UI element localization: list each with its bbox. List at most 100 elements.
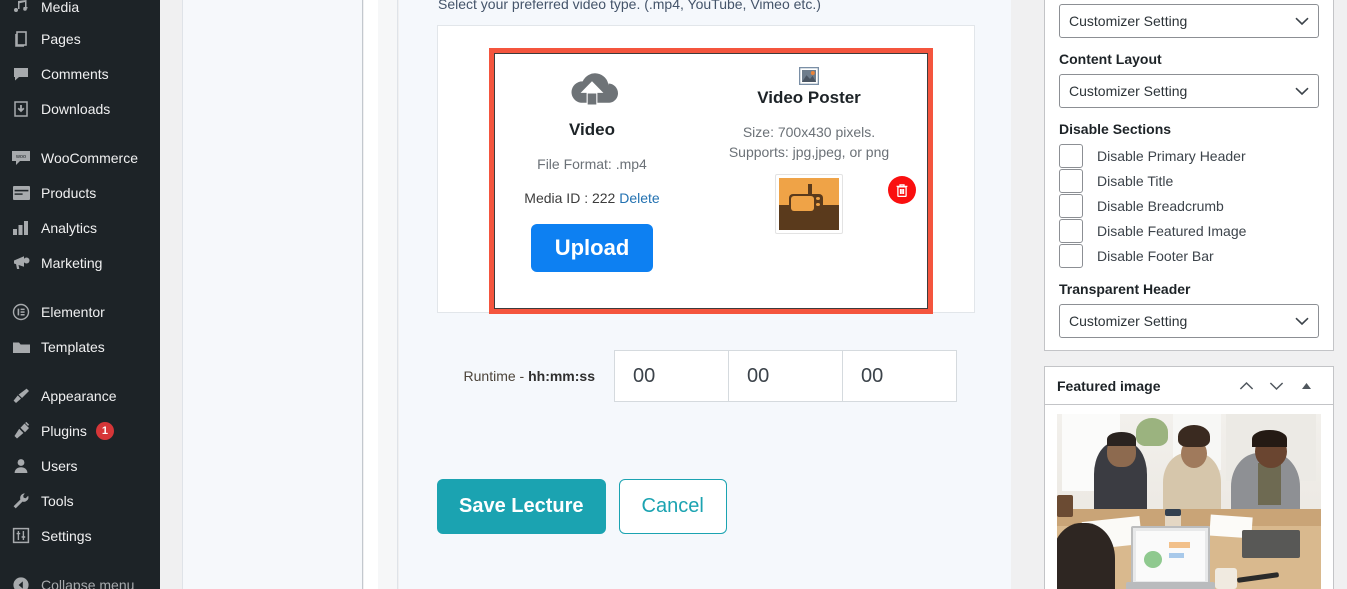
featured-image-preview[interactable]: [1057, 414, 1321, 589]
media-icon: [10, 0, 32, 18]
highlighted-upload-region: Video File Format: .mp4 Media ID : 222 D…: [489, 48, 933, 314]
sidebar-item-templates[interactable]: Templates: [0, 329, 160, 364]
checkbox-label: Disable Primary Header: [1097, 148, 1246, 164]
sidebar-layout-value: Customizer Setting: [1069, 13, 1188, 29]
photo-laptop-barchart: [1169, 541, 1190, 548]
video-poster-title: Video Poster: [757, 88, 861, 107]
runtime-row: Runtime - hh:mm:ss: [437, 350, 957, 402]
layout-narrow-column: [378, 0, 398, 589]
checkbox-row: Disable Primary Header: [1059, 144, 1319, 168]
trash-icon[interactable]: [888, 176, 916, 204]
sidebar-item-comments[interactable]: Comments: [0, 56, 160, 91]
sidebar-layout-select[interactable]: Customizer Setting: [1059, 4, 1319, 38]
tv-body: [788, 193, 824, 214]
runtime-hours-input[interactable]: [614, 350, 729, 402]
pages-icon: [10, 28, 32, 50]
runtime-seconds-input[interactable]: [842, 350, 957, 402]
sidebar-item-plugins[interactable]: Plugins 1: [0, 413, 160, 448]
checkbox-row: Disable Breadcrumb: [1059, 194, 1319, 218]
chevron-down-icon: [1295, 13, 1309, 29]
checkbox-label: Disable Breadcrumb: [1097, 198, 1224, 214]
admin-sidebar: Media Pages Comments Downloads woo WooCo…: [0, 0, 160, 589]
sidebar-item-pages[interactable]: Pages: [0, 21, 160, 56]
sidebar-item-tools[interactable]: Tools: [0, 483, 160, 518]
video-poster-supports: Supports: jpg,jpeg, or png: [728, 144, 890, 160]
photo-person-foreground: [1057, 522, 1116, 589]
sidebar-item-media[interactable]: Media: [0, 0, 160, 21]
checkbox-disable-featured-image[interactable]: [1059, 219, 1083, 243]
form-actions: Save Lecture Cancel: [437, 479, 727, 534]
sidebar-item-woocommerce[interactable]: woo WooCommerce: [0, 140, 160, 175]
sidebar-item-label: Downloads: [41, 100, 111, 117]
chevron-down-icon: [1295, 313, 1309, 329]
collapse-icon: [10, 574, 32, 589]
upload-button[interactable]: Upload: [530, 224, 654, 273]
image-placeholder-icon: [690, 67, 928, 85]
video-delete-link[interactable]: Delete: [619, 190, 659, 206]
transparent-header-value: Customizer Setting: [1069, 313, 1188, 329]
video-poster-size: Size: 700x430 pixels.: [742, 124, 876, 140]
sidebar-item-collapse-menu[interactable]: Collapse menu: [0, 567, 160, 589]
left-content-panel: [182, 0, 363, 589]
elementor-icon: [10, 301, 32, 323]
cancel-button[interactable]: Cancel: [618, 479, 727, 534]
runtime-label-format: hh:mm:ss: [528, 368, 595, 384]
save-lecture-button[interactable]: Save Lecture: [437, 479, 606, 534]
woocommerce-icon: woo: [10, 147, 32, 169]
content-layout-select[interactable]: Customizer Setting: [1059, 74, 1319, 108]
sidebar-item-label: Comments: [41, 65, 109, 82]
tv-screen: [791, 196, 815, 211]
sidebar-item-label: WooCommerce: [41, 149, 138, 166]
sidebar-item-appearance[interactable]: Appearance: [0, 378, 160, 413]
photo-laptop-piechart: [1144, 550, 1163, 568]
checkbox-disable-breadcrumb[interactable]: [1059, 194, 1083, 218]
sidebar-item-label: Users: [41, 457, 78, 474]
photo-laptop-base: [1125, 582, 1216, 589]
sidebar-item-products[interactable]: Products: [0, 175, 160, 210]
video-media-id-row: Media ID : 222 Delete: [494, 190, 690, 206]
chevron-down-icon: [1295, 83, 1309, 99]
photo-cup-center-lid: [1165, 508, 1182, 516]
sidebar-item-label: Media: [41, 0, 80, 15]
sidebar-divider: [0, 364, 160, 378]
video-poster-thumbnail[interactable]: [775, 174, 843, 234]
photo-cup-front: [1215, 568, 1237, 589]
transparent-header-select[interactable]: Customizer Setting: [1059, 304, 1319, 338]
checkbox-disable-title[interactable]: [1059, 169, 1083, 193]
marketing-icon: [10, 252, 32, 274]
plugins-update-badge: 1: [95, 421, 114, 440]
featured-image-wrap: [1045, 405, 1333, 589]
upload-card: Video File Format: .mp4 Media ID : 222 D…: [437, 25, 975, 314]
sidebar-item-marketing[interactable]: Marketing: [0, 245, 160, 280]
comments-icon: [10, 63, 32, 85]
sidebar-item-settings[interactable]: Settings: [0, 518, 160, 553]
photo-person-left-hair: [1107, 431, 1137, 446]
cloud-upload-icon: [494, 68, 690, 116]
sidebar-item-users[interactable]: Users: [0, 448, 160, 483]
downloads-icon: [10, 98, 32, 120]
checkbox-disable-primary-header[interactable]: [1059, 144, 1083, 168]
video-title: Video: [569, 120, 615, 139]
checkbox-label: Disable Title: [1097, 173, 1174, 189]
products-icon: [10, 182, 32, 204]
sidebar-item-label: Appearance: [41, 387, 117, 404]
checkbox-label: Disable Featured Image: [1097, 223, 1247, 239]
featured-image-title: Featured image: [1057, 377, 1161, 394]
sidebar-item-elementor[interactable]: Elementor: [0, 294, 160, 329]
sidebar-item-downloads[interactable]: Downloads: [0, 91, 160, 126]
checkbox-row: Disable Featured Image: [1059, 219, 1319, 243]
photo-plant: [1136, 417, 1168, 446]
runtime-minutes-input[interactable]: [728, 350, 843, 402]
sidebar-item-analytics[interactable]: Analytics: [0, 210, 160, 245]
layout-white-gap: [364, 0, 378, 589]
main-content: Select your preferred video type. (.mp4,…: [399, 0, 1011, 589]
toggle-panel-caret-up-icon[interactable]: [1291, 371, 1321, 401]
checkbox-row: Disable Footer Bar: [1059, 244, 1319, 268]
move-up-icon[interactable]: [1231, 371, 1261, 401]
checkbox-label: Disable Footer Bar: [1097, 248, 1214, 264]
featured-image-panel-header: Featured image: [1045, 367, 1333, 405]
move-down-icon[interactable]: [1261, 371, 1291, 401]
templates-icon: [10, 336, 32, 358]
disable-sections-label: Disable Sections: [1059, 121, 1172, 137]
checkbox-disable-footer-bar[interactable]: [1059, 244, 1083, 268]
